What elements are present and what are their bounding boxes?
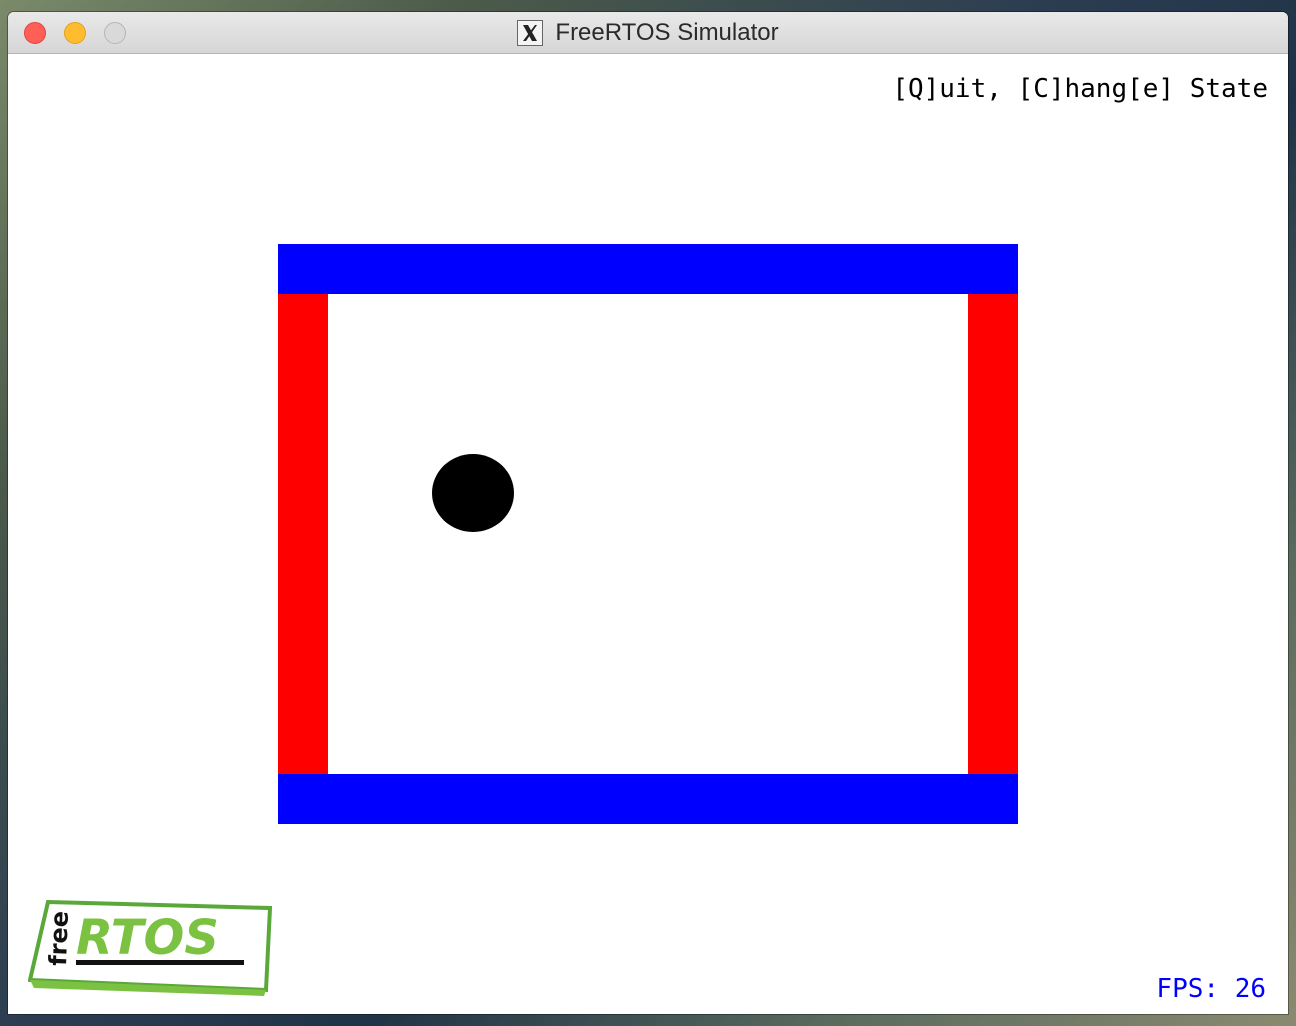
x11-icon: [517, 20, 544, 46]
ball: [432, 454, 514, 532]
logo-free-text: free: [44, 910, 74, 966]
simulator-window: FreeRTOS Simulator [Q]uit, [C]hang[e] St…: [8, 12, 1288, 1014]
title-group: FreeRTOS Simulator: [8, 12, 1288, 54]
top-wall: [278, 244, 1018, 294]
simulation-canvas[interactable]: [Q]uit, [C]hang[e] State free RTOS FPS: …: [8, 54, 1288, 1014]
freertos-logo: free RTOS: [28, 900, 272, 996]
logo-rtos-text: RTOS: [76, 910, 219, 966]
right-wall: [968, 294, 1018, 774]
left-wall: [278, 294, 328, 774]
title-bar[interactable]: FreeRTOS Simulator: [8, 12, 1288, 54]
window-title: FreeRTOS Simulator: [555, 19, 779, 46]
controls-hint: [Q]uit, [C]hang[e] State: [892, 74, 1268, 104]
fps-counter: FPS: 26: [1156, 974, 1266, 1004]
bottom-wall: [278, 774, 1018, 824]
